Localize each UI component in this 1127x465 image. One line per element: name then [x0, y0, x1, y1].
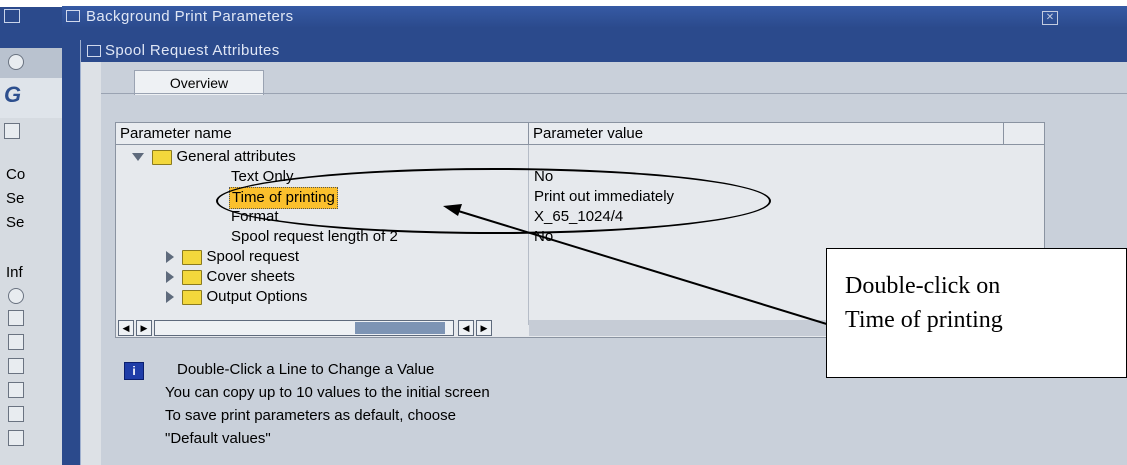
- callout-line2: Time of printing: [845, 307, 1003, 333]
- annotation-callout: Double-click on Time of printing: [826, 248, 1127, 378]
- callout-line1: Double-click on: [845, 273, 1001, 299]
- annotation-arrow: [443, 204, 906, 349]
